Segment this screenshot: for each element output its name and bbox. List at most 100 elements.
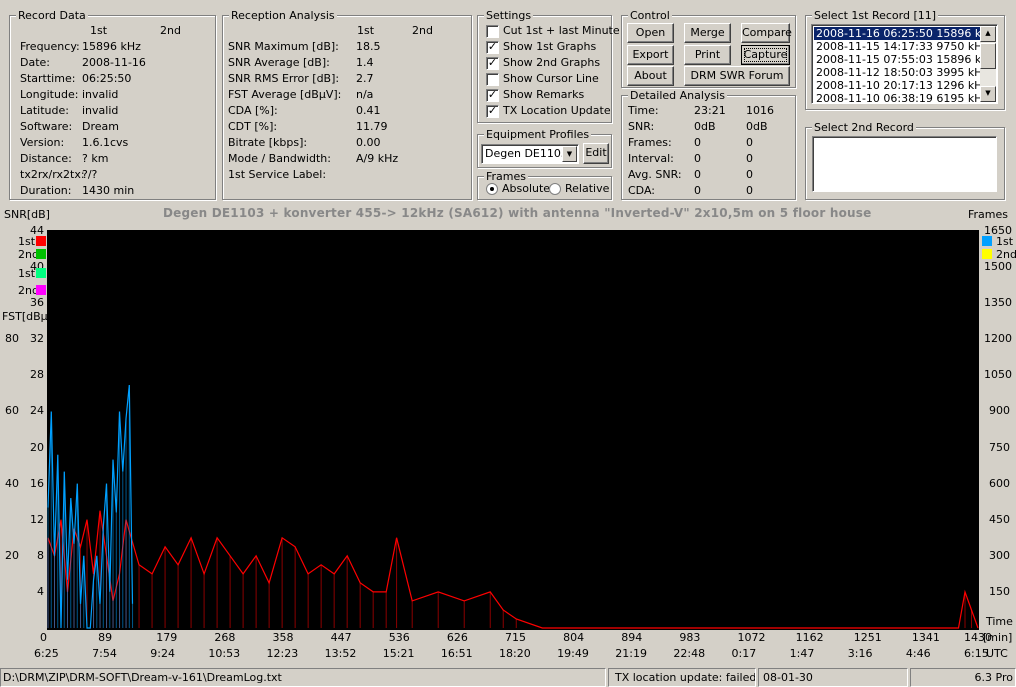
frames-absolute-radio[interactable] [486, 183, 498, 195]
settings-checkbox[interactable]: ✓ [486, 105, 499, 118]
x-time-tick-label: 22:48 [673, 647, 706, 660]
x-time-tick-label: 7:54 [92, 647, 117, 660]
snr-tick-label: 8 [37, 548, 44, 562]
reception-field-label: CDT [%]: [228, 120, 278, 133]
reception-col-2nd: 2nd [412, 24, 433, 37]
x-time-tick-label: 3:16 [847, 647, 873, 660]
record-list-item[interactable]: 2008-11-15 14:17:33 9750 kHz [814, 40, 988, 53]
legend-left-swatch [36, 285, 46, 295]
about-button[interactable]: About [627, 66, 674, 86]
reception-field-label: SNR Maximum [dB]: [228, 40, 339, 53]
record-field-value: 1430 min [82, 184, 135, 197]
record-list-item[interactable]: 2008-11-15 07:55:03 15896 kHz [814, 53, 995, 66]
x-time-tick-label: 16:51 [440, 647, 473, 660]
detailed-field-value-1st: 0 [694, 136, 701, 149]
y-axis-label-snr: SNR[dB] [4, 208, 50, 221]
x-minute-tick-label: 804 [563, 631, 585, 644]
record-list-item[interactable]: 2008-11-10 20:17:13 1296 kHz [814, 79, 988, 92]
reception-field-label: FST Average [dBµV]: [228, 88, 342, 101]
record-list-item[interactable]: 2008-11-12 18:50:03 3995 kHz [814, 66, 988, 79]
frames-tick-label: 450 [989, 512, 1010, 526]
open-button[interactable]: Open [627, 23, 674, 43]
reception-field-value: n/a [356, 88, 374, 101]
settings-checkbox[interactable] [486, 73, 499, 86]
export-button[interactable]: Export [627, 45, 674, 65]
x-time-tick-label: 6:25 [34, 647, 59, 660]
equipment-profiles-title: Equipment Profiles [484, 128, 592, 141]
scroll-thumb[interactable] [980, 43, 996, 69]
x-time-tick-label: 13:52 [324, 647, 357, 660]
x-time-tick-label: 12:23 [266, 647, 299, 660]
fst-tick-label: 20 [5, 548, 19, 562]
record-field-value: ? km [82, 152, 109, 165]
settings-checkbox[interactable]: ✓ [486, 57, 499, 70]
compare-button[interactable]: Compare [741, 23, 792, 43]
print-button[interactable]: Print [684, 45, 731, 65]
detailed-field-value-2nd: 0 [746, 136, 753, 149]
x-minute-tick-label: 715 [505, 631, 526, 644]
record-field-value: 1.6.1cvs [82, 136, 129, 149]
record-2nd-list[interactable] [812, 136, 997, 192]
record-list[interactable]: 2008-11-16 06:25:50 15896 kHz 2008-11-15 … [811, 24, 998, 104]
detailed-field-label: CDA: [628, 184, 655, 197]
reception-field-value: 2.7 [356, 72, 374, 85]
record-list-item[interactable]: 2008-11-16 06:25:50 15896 kHz [814, 27, 995, 40]
record-field-label: Version: [20, 136, 65, 149]
detailed-field-value-2nd: 0 [746, 152, 753, 165]
settings-checkbox-label: Show 2nd Graphs [503, 56, 601, 69]
frames-tick-label: 1500 [984, 260, 1012, 274]
chevron-down-icon[interactable]: ▼ [562, 146, 577, 162]
x-minute-tick-label: 0 [40, 631, 47, 644]
frames-tick-label: 600 [989, 476, 1010, 490]
capture-button[interactable]: Capture [741, 45, 790, 65]
record-field-value: 2008-11-16 [82, 56, 146, 69]
scroll-up-icon[interactable]: ▲ [980, 26, 996, 42]
detailed-field-label: Avg. SNR: [628, 168, 682, 181]
settings-checkbox[interactable]: ✓ [486, 89, 499, 102]
x-time-tick-label: 4:46 [905, 647, 931, 660]
settings-checkbox-label: Show 1st Graphs [503, 40, 597, 53]
record-field-label: Latitude: [20, 104, 69, 117]
settings-checkbox-label: Cut 1st + last Minute [503, 24, 620, 37]
detailed-field-label: Frames: [628, 136, 672, 149]
x-time-tick-label: 9:24 [150, 647, 175, 660]
snr-tick-label: 16 [30, 476, 44, 490]
settings-checkbox[interactable]: ✓ [486, 41, 499, 54]
frames-relative-radio[interactable] [549, 183, 561, 195]
scrollbar[interactable]: ▲ ▼ [980, 26, 996, 102]
detailed-field-value-1st: 0 [694, 184, 701, 197]
chart-area[interactable] [47, 230, 979, 630]
detailed-field-value-2nd: 0dB [746, 120, 768, 133]
detailed-field-value-2nd: 0 [746, 184, 753, 197]
record-data-title: Record Data [16, 9, 88, 22]
status-date: 08-01-30 [758, 668, 908, 687]
record-list-item[interactable]: 2008-11-10 06:38:19 6195 kHz [814, 92, 988, 103]
drm-swr-forum-button[interactable]: DRM SWR Forum [684, 66, 790, 86]
snr-tick-label: 32 [30, 332, 44, 346]
merge-button[interactable]: Merge [684, 23, 731, 43]
legend-right-swatch [982, 236, 992, 246]
scroll-down-icon[interactable]: ▼ [980, 86, 996, 102]
x-minute-tick-label: 89 [98, 631, 113, 644]
settings-checkbox[interactable] [486, 25, 499, 38]
snr-tick-label: 28 [30, 368, 44, 382]
status-tx-location: TX location update: failed! [608, 668, 756, 687]
select-1st-record-title: Select 1st Record [11] [812, 9, 939, 22]
record-field-label: Distance: [20, 152, 72, 165]
legend-left-label: 1st [18, 267, 36, 280]
reception-field-label: Bitrate [kbps]: [228, 136, 308, 149]
record-field-value: invalid [82, 88, 119, 101]
legend-right-swatch [982, 249, 992, 259]
detailed-field-value-2nd: 0 [746, 168, 753, 181]
x-unit-label: [min] [983, 631, 1013, 644]
edit-profile-button[interactable]: Edit [583, 143, 609, 164]
detailed-field-value-1st: 0 [694, 152, 701, 165]
x-time-tick-label: 10:53 [208, 647, 241, 660]
reception-field-value: A/9 kHz [356, 152, 399, 165]
equipment-select[interactable]: Degen DE1103 ▼ [481, 144, 579, 164]
snr-tick-label: 20 [30, 440, 44, 454]
frames-tick-label: 1050 [984, 368, 1012, 382]
frames-tick-label: 900 [989, 404, 1010, 418]
record-col-1st: 1st [90, 24, 108, 37]
record-field-label: tx2rx/rx2tx: [20, 168, 85, 181]
